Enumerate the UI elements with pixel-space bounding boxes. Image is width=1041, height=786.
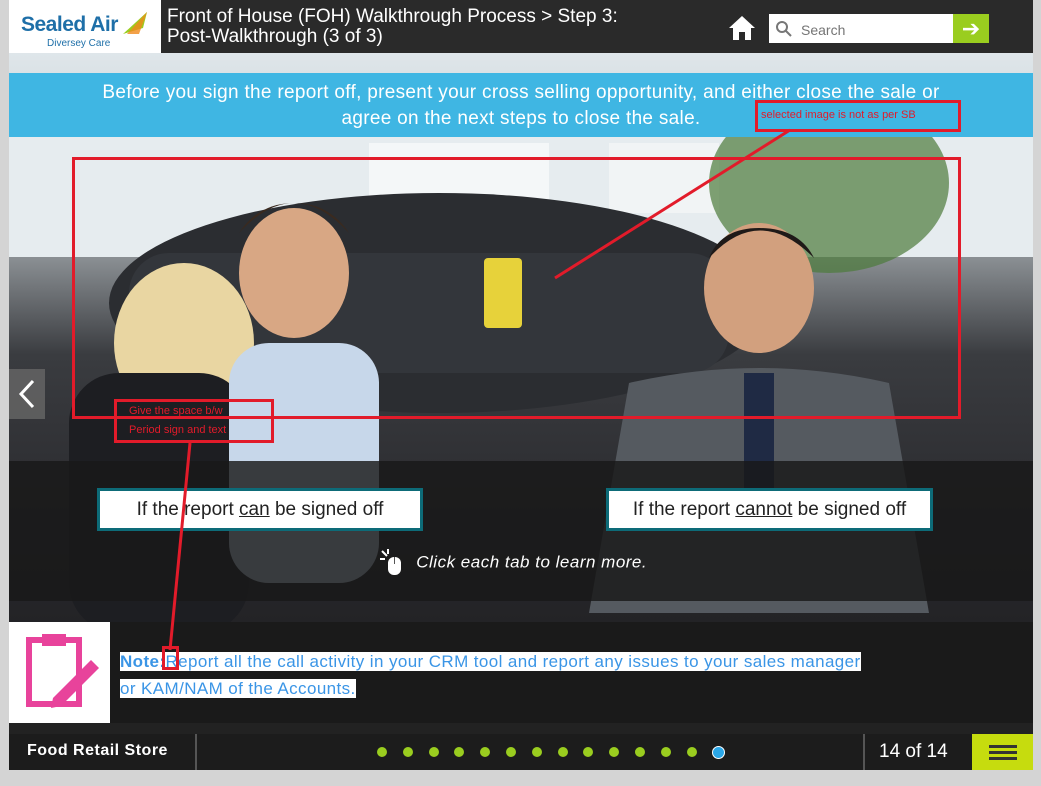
review-arrows [168, 128, 791, 651]
